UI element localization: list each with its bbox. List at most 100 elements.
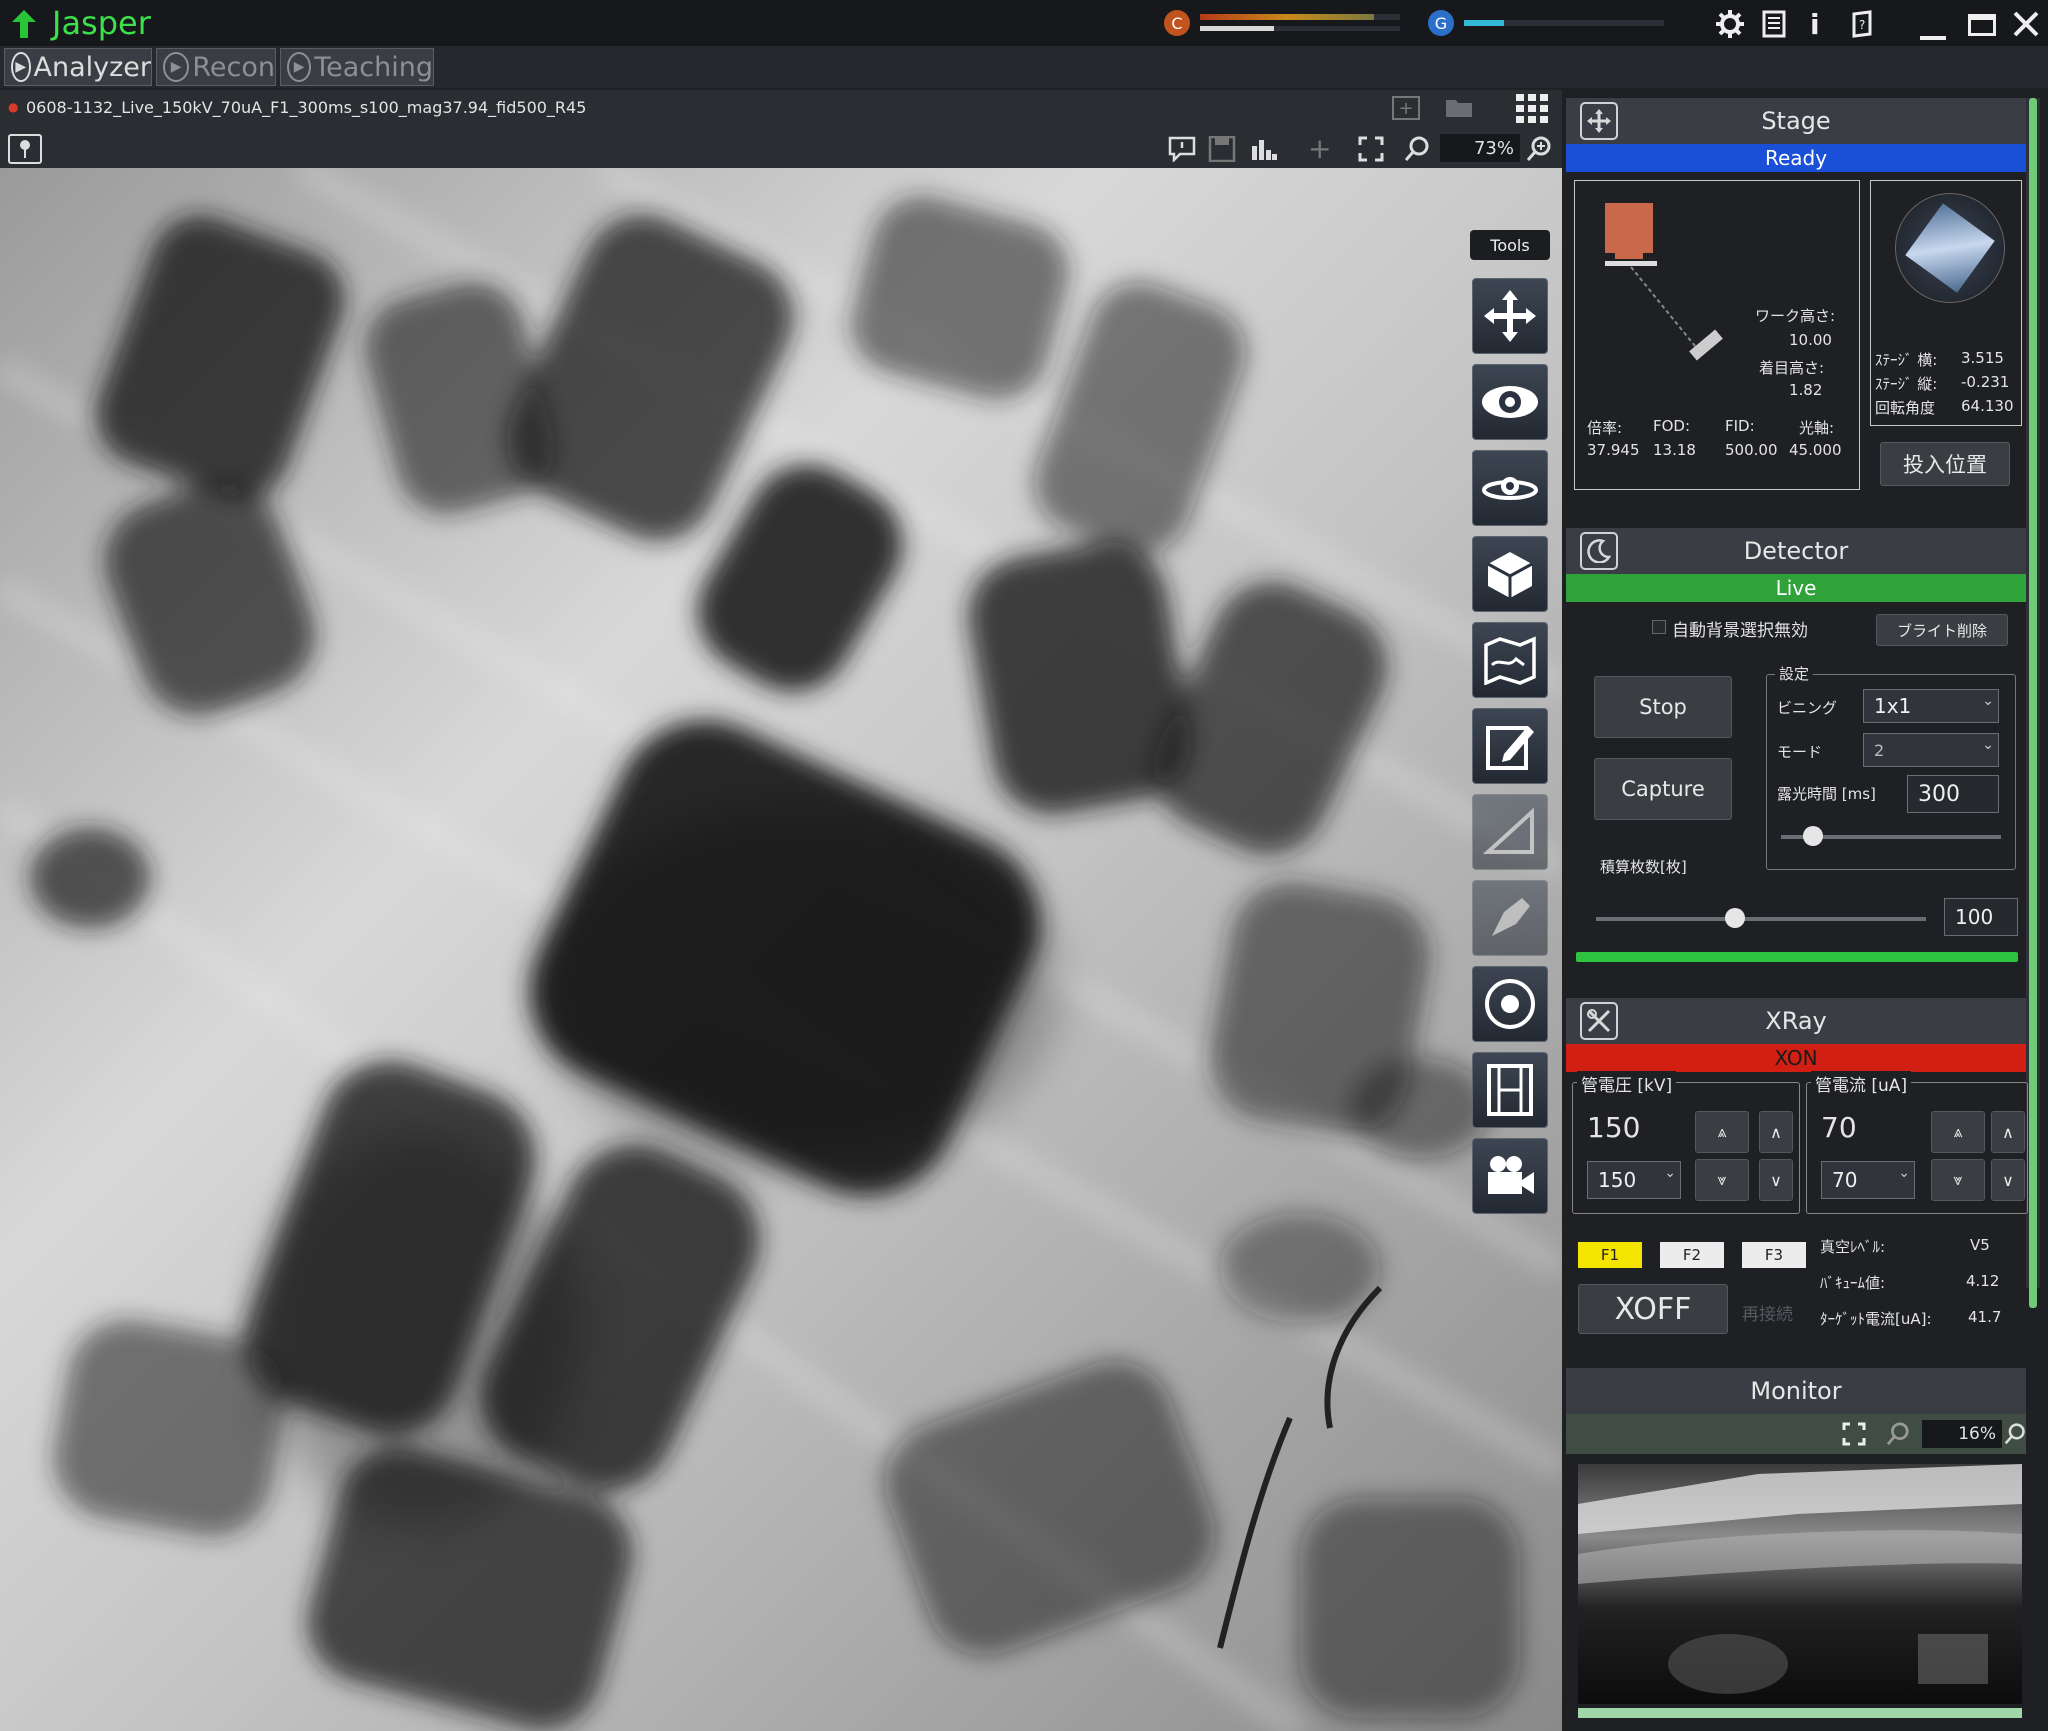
edit-annotation-tool[interactable] (1472, 708, 1548, 784)
video-record-tool[interactable] (1472, 1138, 1548, 1214)
bright-delete-button[interactable]: ブライト削除 (1876, 614, 2008, 646)
help-book-icon[interactable]: ? (1850, 10, 1874, 38)
fit-screen-icon[interactable] (1358, 136, 1384, 162)
binning-label: ビニング (1777, 699, 1838, 717)
settings-gear-icon[interactable] (1716, 10, 1744, 38)
monitor-scrollbar[interactable] (1578, 1708, 2022, 1718)
map-tool[interactable] (1472, 622, 1548, 698)
accum-slider[interactable] (1596, 908, 1926, 928)
minimize-icon[interactable] (1920, 36, 1946, 40)
zoom-in-icon[interactable] (1526, 136, 1552, 162)
view-tool[interactable] (1472, 364, 1548, 440)
accum-input[interactable]: 100 (1944, 898, 2018, 936)
mode-select[interactable]: 2 ⌄ (1863, 733, 1999, 767)
close-icon[interactable] (2012, 10, 2040, 38)
ua-down-button[interactable]: ∨ (1991, 1159, 2025, 1201)
fid-value: 500.00 (1725, 441, 1778, 459)
open-folder-icon[interactable] (1444, 96, 1476, 120)
stage-x-label: ｽﾃｰｼﾞ 横: (1875, 351, 1938, 369)
exposure-input[interactable]: 300 (1907, 775, 1999, 813)
fod-value: 13.18 (1653, 441, 1696, 459)
ruler-measure-tool[interactable] (1472, 794, 1548, 870)
film-tool[interactable] (1472, 1052, 1548, 1128)
xray-header: XRay (1566, 998, 2026, 1044)
ua-up-fast-button[interactable]: ⩓ (1931, 1111, 1985, 1153)
focus-f3-button[interactable]: F3 (1742, 1242, 1806, 1268)
load-position-button[interactable]: 投入位置 (1880, 442, 2010, 486)
kv-set-select[interactable]: 150 ⌄ (1587, 1161, 1681, 1199)
crosshair-icon[interactable]: + (1308, 135, 1331, 163)
pan-move-tool[interactable] (1472, 278, 1548, 354)
xoff-button[interactable]: XOFF (1578, 1284, 1728, 1334)
tools-label: Tools (1470, 230, 1550, 260)
ua-down-fast-button[interactable]: ⩔ (1931, 1159, 1985, 1201)
film-strip-icon (1487, 1064, 1533, 1116)
kv-down-button[interactable]: ∨ (1759, 1159, 1793, 1201)
ua-set-select[interactable]: 70 ⌄ (1821, 1161, 1915, 1199)
annotation-icon[interactable] (1168, 136, 1196, 162)
file-name: 0608-1132_Live_150kV_70uA_F1_300ms_s100_… (26, 98, 587, 117)
zoom-out-icon[interactable] (1886, 1422, 1910, 1446)
tab-recon[interactable]: ▶ Recon (156, 48, 276, 86)
panel-scrollbar[interactable] (2026, 98, 2040, 1308)
orbit-view-tool[interactable] (1472, 450, 1548, 526)
info-icon[interactable]: i (1810, 8, 1820, 41)
exposure-slider[interactable] (1781, 826, 2001, 846)
vacuum-value-label: ﾊﾞｷｭｰﾑ値: (1820, 1274, 1886, 1292)
monitor-header: Monitor (1566, 1368, 2026, 1414)
grid-layout-icon[interactable] (1516, 94, 1548, 124)
camera-monitor-view[interactable] (1578, 1464, 2022, 1704)
target-current-value: 41.7 (1968, 1308, 2002, 1326)
zoom-out-icon[interactable] (1404, 136, 1430, 162)
pen-tool[interactable] (1472, 880, 1548, 956)
maximize-icon[interactable] (1968, 14, 1996, 36)
c-progress-track (1200, 14, 1400, 20)
ua-group: 管電流 [uA] 70 70 ⌄ ⩓ ∧ ⩔ ∨ (1806, 1071, 2028, 1214)
xray-status: XON (1566, 1044, 2026, 1072)
histogram-icon[interactable] (1250, 136, 1278, 162)
log-list-icon[interactable] (1762, 10, 1786, 38)
pin-icon[interactable] (8, 134, 42, 164)
accum-slider-thumb[interactable] (1724, 908, 1745, 928)
rotation-value: 64.130 (1961, 397, 2014, 415)
stop-button[interactable]: Stop (1594, 676, 1732, 738)
detector-title: Detector (1743, 537, 1849, 565)
ua-up-button[interactable]: ∧ (1991, 1111, 2025, 1153)
kv-down-fast-button[interactable]: ⩔ (1695, 1159, 1749, 1201)
c-progress (1200, 26, 1400, 31)
3d-box-tool[interactable] (1472, 536, 1548, 612)
focus-f2-button[interactable]: F2 (1660, 1242, 1724, 1268)
zoom-in-icon[interactable] (2004, 1422, 2026, 1446)
exposure-slider-thumb[interactable] (1803, 826, 1823, 846)
focus-f1-button[interactable]: F1 (1578, 1242, 1642, 1268)
save-disk-icon[interactable] (1208, 136, 1236, 162)
map-icon (1484, 636, 1536, 685)
tab-teaching[interactable]: ▶ Teaching (280, 48, 434, 86)
new-window-icon[interactable]: + (1392, 96, 1420, 120)
zoom-level[interactable]: 73% (1440, 134, 1520, 162)
tab-label: Teaching (314, 51, 433, 83)
auto-bg-checkbox[interactable] (1652, 620, 1666, 634)
xray-image-viewer[interactable]: Tools (0, 168, 1562, 1731)
capture-button[interactable]: Capture (1594, 758, 1732, 820)
kv-set-value: 150 (1598, 1168, 1637, 1192)
app-title: Jasper (52, 4, 151, 42)
reconnect-button[interactable]: 再接続 (1742, 1300, 1793, 1325)
kv-group: 管電圧 [kV] 150 150 ⌄ ⩓ ∧ ⩔ ∨ (1572, 1071, 1800, 1214)
target-tool[interactable] (1472, 966, 1548, 1042)
mode-value: 2 (1874, 740, 1885, 760)
fit-screen-icon[interactable] (1842, 1422, 1866, 1446)
binning-value: 1x1 (1874, 694, 1912, 718)
play-circle-icon: ▶ (287, 52, 312, 82)
title-bar: Jasper C G i ? (0, 0, 2048, 46)
kv-up-button[interactable]: ∧ (1759, 1111, 1793, 1153)
tab-analyzer[interactable]: ▶ Analyzer (4, 48, 152, 86)
binning-select[interactable]: 1x1 ⌄ (1863, 689, 1999, 723)
chevron-up-icon: ∧ (2002, 1122, 2014, 1142)
fid-label: FID: (1725, 417, 1755, 435)
kv-up-fast-button[interactable]: ⩓ (1695, 1111, 1749, 1153)
rotation-dial[interactable] (1895, 193, 2005, 303)
monitor-zoom-level[interactable]: 16% (1922, 1420, 2002, 1448)
axis-label: 光軸: (1799, 419, 1835, 437)
target-circle-icon (1485, 979, 1535, 1029)
